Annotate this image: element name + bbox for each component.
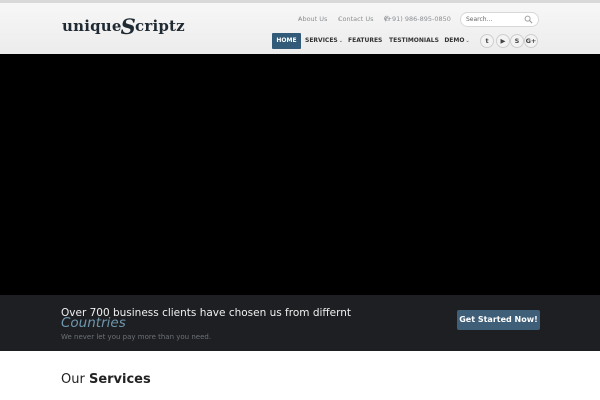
logo-text-right: criptz	[135, 17, 185, 35]
top-link-about-label: About Us	[298, 15, 328, 23]
chevron-down-icon: ⌄	[465, 38, 470, 44]
services-heading-light: Our	[61, 372, 89, 387]
get-started-button[interactable]: Get Started Now!	[457, 310, 540, 330]
nav-item-services-label: SERVICES	[305, 37, 338, 44]
search-icon[interactable]	[524, 15, 533, 24]
promo-banner: Over 700 business clients have chosen us…	[0, 295, 600, 351]
nav-item-demo-label: DEMO	[444, 37, 465, 44]
phone-number: (+91) 986-895-0850	[384, 15, 451, 23]
nav-item-features-label: FEATURES	[348, 37, 383, 44]
nav-item-services[interactable]: SERVICES⌄	[305, 33, 343, 49]
skype-icon[interactable]: S	[510, 34, 524, 48]
nav-item-testimonials-label: TESTIMONIALS	[389, 37, 439, 44]
search-box	[460, 12, 539, 27]
services-heading-bold: Services	[88, 372, 151, 387]
youtube-glyph: ▶	[500, 37, 506, 45]
hero-slider[interactable]	[0, 54, 600, 295]
nav-item-testimonials[interactable]: TESTIMONIALS	[389, 33, 439, 49]
top-link-contact-label: Contact Us	[338, 15, 374, 23]
twitter-icon[interactable]: t	[480, 34, 494, 48]
google-plus-glyph: G+	[525, 37, 537, 45]
youtube-icon[interactable]: ▶	[496, 34, 510, 48]
twitter-glyph: t	[485, 37, 489, 45]
nav-item-features[interactable]: FEATURES	[348, 33, 382, 49]
nav-item-demo[interactable]: DEMO⌄	[443, 33, 471, 49]
logo-text-left: unique	[62, 17, 122, 35]
services-heading: Our Services	[61, 372, 151, 387]
chevron-down-icon: ⌄	[338, 38, 343, 44]
search-input[interactable]	[466, 14, 526, 25]
site-logo[interactable]: uniqueScriptz	[62, 14, 185, 39]
site-header: uniqueScriptz › About Us › Contact Us ✆ (+9…	[0, 0, 600, 54]
nav-item-home-label: HOME	[276, 37, 297, 44]
banner-subtext: We never let you pay more than you need.	[61, 333, 212, 341]
google-plus-icon[interactable]: G+	[524, 34, 538, 48]
banner-highlight: Countries	[61, 315, 126, 331]
logo-mark: S	[120, 14, 137, 39]
nav-item-home[interactable]: HOME	[272, 33, 301, 49]
skype-glyph: S	[514, 37, 520, 45]
